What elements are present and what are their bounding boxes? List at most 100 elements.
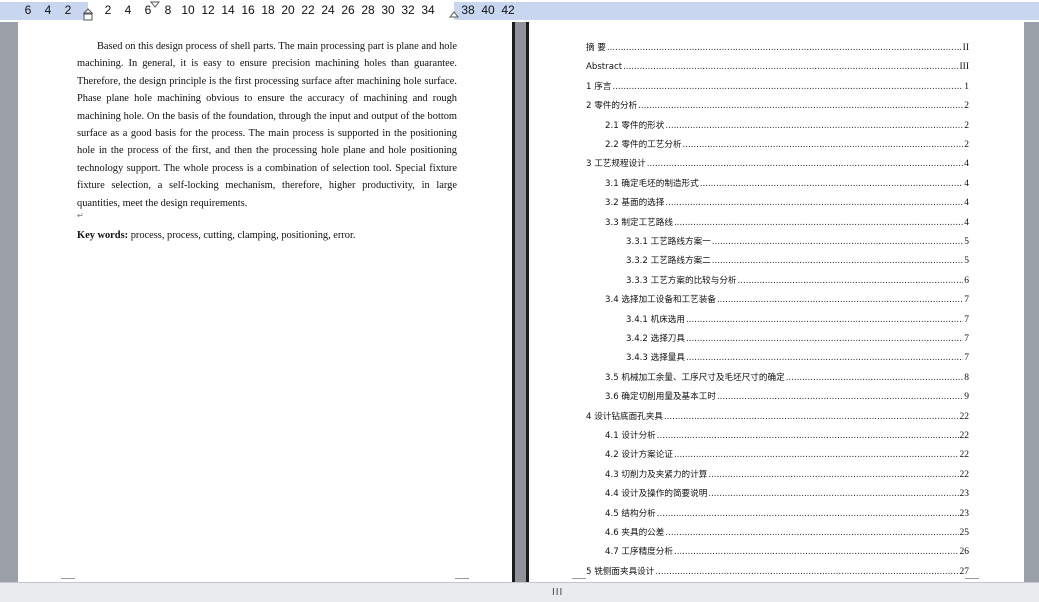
toc-entry-page: 7: [964, 334, 969, 344]
toc-entry-title: 4.1 设计分析: [605, 431, 656, 441]
toc-leader-dots: ........................................…: [708, 489, 959, 500]
toc-entry-page: 6: [964, 275, 969, 286]
scroll-grip-icon[interactable]: III: [552, 587, 563, 598]
toc-leader-dots: ........................................…: [665, 120, 964, 131]
toc-entry-title: 2.1 零件的形状: [605, 120, 665, 131]
toc-entry[interactable]: 3.4.1 机床选用..............................…: [626, 311, 969, 325]
toc-entry-title: 1 序言: [586, 81, 612, 92]
toc-entry[interactable]: 3.4.2 选择刀具..............................…: [626, 330, 969, 344]
toc-entry[interactable]: 3.4.3 选择量具..............................…: [626, 349, 969, 363]
toc-entry-page: 22: [959, 411, 970, 422]
toc-entry-title: 4.6 夹具的公差: [605, 528, 665, 538]
toc-entry[interactable]: 4.1 设计分析................................…: [605, 427, 969, 441]
toc-entry[interactable]: 3.3.2 工艺路线方案二...........................…: [626, 252, 969, 266]
toc-entry[interactable]: 4.2 设计方案论证..............................…: [605, 446, 969, 460]
toc-leader-dots: ........................................…: [685, 353, 963, 364]
toc-entry[interactable]: 2.1 零件的形状...............................…: [605, 117, 969, 131]
toc-leader-dots: ........................................…: [656, 431, 959, 441]
toc-entry-page: 4: [964, 198, 969, 209]
first-line-indent-marker[interactable]: [149, 1, 161, 8]
toc-entry-page: 26: [959, 547, 970, 558]
toc-entry[interactable]: 4.6 夹具的公差...............................…: [605, 524, 969, 538]
toc-leader-dots: ........................................…: [638, 101, 964, 112]
toc-entry[interactable]: 3.5 机械加工余量、工序尺寸及毛坯尺寸的确定.................…: [605, 369, 969, 383]
keywords-label: Key words:: [77, 230, 129, 241]
toc-entry[interactable]: Abstract................................…: [586, 58, 969, 72]
abstract-paragraph: Based on this design process of shell pa…: [77, 38, 457, 212]
toc-entry[interactable]: 3.6 确定切削用量及基本工时.........................…: [605, 388, 969, 402]
toc-entry[interactable]: 4.3 切削力及夹紧力的计算..........................…: [605, 466, 969, 480]
toc-leader-dots: ........................................…: [716, 295, 964, 306]
toc-entry[interactable]: 摘 要.....................................…: [586, 39, 969, 53]
toc-leader-dots: ........................................…: [665, 528, 958, 538]
toc-entry-page: 2: [964, 101, 969, 112]
keywords-text: process, process, cutting, clamping, pos…: [128, 230, 356, 241]
toc-leader-dots: ........................................…: [673, 217, 964, 228]
toc-entry-title: 2 零件的分析: [586, 101, 638, 112]
left-indent-marker[interactable]: [82, 8, 94, 21]
toc-entry-page: 4: [964, 217, 969, 228]
toc-entry-title: 3.4.2 选择刀具: [626, 334, 685, 344]
toc-entry-page: 25: [959, 528, 970, 538]
toc-entry-page: III: [959, 62, 970, 73]
toc-entry[interactable]: 2 零件的分析.................................…: [586, 97, 969, 111]
toc-entry-title: 3.3 制定工艺路线: [605, 217, 673, 228]
toc-entry-page: 4: [964, 159, 969, 170]
toc-entry-page: 7: [964, 353, 969, 364]
toc-leader-dots: ........................................…: [665, 198, 964, 209]
toc-leader-dots: ........................................…: [673, 547, 959, 558]
toc-entry-page: II: [962, 43, 969, 53]
toc-entry[interactable]: 3.3.3 工艺方案的比较与分析........................…: [626, 272, 969, 286]
toc-entry-title: 3.5 机械加工余量、工序尺寸及毛坯尺寸的确定: [605, 372, 785, 383]
page-abstract[interactable]: Based on this design process of shell pa…: [18, 22, 515, 582]
toc-entry[interactable]: 3 工艺规程设计................................…: [586, 155, 969, 169]
page-table-of-contents[interactable]: 摘 要.....................................…: [526, 22, 1024, 582]
toc-entry-page: 1: [964, 81, 969, 92]
toc-entry[interactable]: 2.2 零件的工艺分析.............................…: [605, 136, 969, 150]
toc-entry-title: 3.4.3 选择量具: [626, 353, 685, 364]
toc-entry-title: 摘 要: [586, 43, 606, 53]
toc-entry[interactable]: 5 铣侧面夹具设计...............................…: [586, 563, 969, 577]
toc-entry-page: 23: [959, 489, 970, 500]
toc-entry-page: 7: [964, 295, 969, 306]
horizontal-scrollbar[interactable]: [0, 582, 1039, 602]
toc-leader-dots: ........................................…: [673, 450, 959, 461]
toc-leader-dots: ........................................…: [606, 43, 962, 53]
toc-entry-title: 2.2 零件的工艺分析: [605, 140, 682, 150]
toc-entry-page: 22: [959, 450, 970, 461]
toc-entry-title: 4.5 结构分析: [605, 508, 656, 519]
toc-entry-title: 4.7 工序精度分析: [605, 547, 673, 558]
toc-leader-dots: ........................................…: [708, 469, 959, 480]
toc-entry[interactable]: 3.1 确定毛坯的制造形式...........................…: [605, 175, 969, 189]
toc-entry-page: 27: [959, 566, 970, 577]
toc-leader-dots: ........................................…: [785, 372, 964, 383]
toc-entry[interactable]: 4.4 设计及操作的简要说明..........................…: [605, 485, 969, 499]
toc-entry-title: 3.1 确定毛坯的制造形式: [605, 178, 699, 189]
toc-entry[interactable]: 1 序言....................................…: [586, 78, 969, 92]
toc-entry[interactable]: 3.3 制定工艺路线..............................…: [605, 214, 969, 228]
toc-entry[interactable]: 4.7 工序精度分析..............................…: [605, 543, 969, 557]
toc-entry-title: 3.6 确定切削用量及基本工时: [605, 392, 716, 403]
toc-entry-title: 5 铣侧面夹具设计: [586, 566, 655, 577]
toc-entry[interactable]: 3.4 选择加工设备和工艺装备.........................…: [605, 291, 969, 305]
toc-entry[interactable]: 4.5 结构分析................................…: [605, 505, 969, 519]
horizontal-ruler[interactable]: 6 4 2 2 4 6 8 10 12 14 16 18 20 22 24 26 28 30 32 34 38 40 42: [0, 0, 1039, 23]
paragraph-mark: ↵: [77, 211, 84, 220]
toc-leader-dots: ........................................…: [716, 392, 964, 403]
toc-leader-dots: ........................................…: [612, 81, 963, 92]
toc-entry-page: 2: [964, 120, 969, 131]
toc-entry[interactable]: 4 设计钻底面孔夹具..............................…: [586, 408, 969, 422]
toc-entry[interactable]: 3.2 基面的选择...............................…: [605, 194, 969, 208]
toc-entry-page: 4: [964, 178, 969, 189]
toc-entry[interactable]: 3.3.1 工艺路线方案一...........................…: [626, 233, 969, 247]
toc-leader-dots: ........................................…: [656, 508, 959, 519]
toc-entry-title: 3.3.3 工艺方案的比较与分析: [626, 275, 737, 286]
toc-entry-title: Abstract: [586, 62, 623, 73]
keywords-line: Key words: process, process, cutting, cl…: [77, 227, 457, 244]
toc-leader-dots: ........................................…: [623, 62, 959, 73]
toc-entry-title: 3.3.2 工艺路线方案二: [626, 256, 711, 267]
toc-entry-page: 2: [964, 140, 969, 150]
toc-leader-dots: ........................................…: [646, 159, 963, 170]
abstract-text: Based on this design process of shell pa…: [77, 41, 457, 209]
right-indent-marker[interactable]: [448, 11, 460, 18]
